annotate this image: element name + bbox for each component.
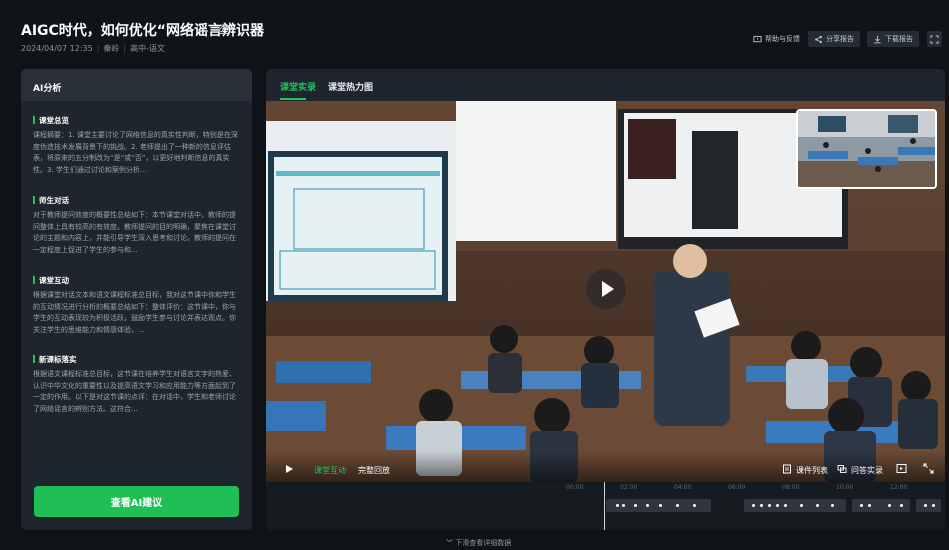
full-replay-button[interactable]: 完整回放: [358, 465, 390, 476]
section-marker: [33, 355, 35, 363]
section-heading: 课堂总览: [39, 115, 69, 125]
section-overview: 课堂总览 课程摘要：1. 课堂主要讨论了网络信息的真实性判断，特别是在深度伪造技…: [33, 114, 241, 176]
event-dot[interactable]: [900, 504, 903, 507]
fullscreen-icon: [930, 34, 939, 44]
event-dot[interactable]: [659, 504, 662, 507]
view-ai-suggestions-button[interactable]: 查看AI建议: [34, 486, 239, 517]
event-dot[interactable]: [932, 504, 935, 507]
help-label: 帮助与反馈: [765, 35, 800, 43]
expand-icon[interactable]: [923, 463, 934, 474]
event-dot[interactable]: [831, 504, 834, 507]
analysis-title: AI分析: [21, 69, 252, 101]
download-icon: [874, 35, 881, 43]
feedback-icon: [753, 35, 762, 42]
courseware-icon: [783, 464, 791, 474]
section-dialogue: 师生对话 对于教师提问效度的概要性总结如下：本节课堂对话中，教师的提问整体上具有…: [33, 194, 241, 256]
event-dot[interactable]: [784, 504, 787, 507]
event-dot[interactable]: [760, 504, 763, 507]
event-dot[interactable]: [860, 504, 863, 507]
help-button[interactable]: 帮助与反馈: [753, 31, 800, 47]
time-tick: 02:00: [620, 484, 638, 491]
event-dot[interactable]: [768, 504, 771, 507]
section-interaction: 课堂互动 根据课堂对话文本和语文课程标准总目标，我对这节课中你和学生的互动情况进…: [33, 274, 241, 336]
event-dot[interactable]: [752, 504, 755, 507]
video-timeline[interactable]: 00:00 02:00 04:00 06:00 08:00 10:00 12:0…: [266, 482, 945, 530]
ai-analysis-panel: AI分析 课堂总览 课程摘要：1. 课堂主要讨论了网络信息的真实性判断，特别是在…: [21, 69, 252, 530]
download-label: 下载报告: [885, 35, 913, 43]
event-dot[interactable]: [622, 504, 625, 507]
event-dot[interactable]: [634, 504, 637, 507]
share-label: 分享报告: [826, 35, 854, 43]
lesson-subject: 高中-语文: [130, 44, 166, 53]
qa-record-button[interactable]: 问答实录: [851, 465, 883, 476]
video-controls: 课堂互动 完整回放 课件列表 问答实录: [266, 451, 945, 482]
picture-in-picture-view[interactable]: [796, 109, 937, 189]
playhead[interactable]: [604, 482, 605, 530]
play-button[interactable]: [586, 269, 626, 309]
tab-heatmap[interactable]: 课堂热力图: [328, 80, 373, 93]
pip-scene: [798, 111, 935, 187]
time-tick: 06:00: [728, 484, 746, 491]
event-dot[interactable]: [646, 504, 649, 507]
fullscreen-button[interactable]: [927, 31, 942, 47]
event-dot[interactable]: [776, 504, 779, 507]
play-icon: [602, 281, 614, 297]
event-dot[interactable]: [924, 504, 927, 507]
lesson-date: 2024/04/07 12:35: [21, 44, 93, 53]
edit-icon[interactable]: [216, 21, 230, 35]
section-heading: 新课标落实: [39, 354, 77, 364]
tab-classroom-record[interactable]: 课堂实录: [280, 80, 316, 93]
share-icon: [815, 35, 822, 43]
teacher-name: 秦岭: [103, 44, 120, 53]
small-play-icon[interactable]: [284, 464, 294, 474]
download-report-button[interactable]: 下载报告: [867, 31, 919, 47]
section-marker: [33, 196, 35, 204]
chevrons-down-icon: ︾: [446, 539, 453, 547]
header-bar: AIGC时代，如何优化“网络谣言辨识器 2024/04/07 12:35 | 秦岭 |…: [0, 0, 949, 62]
event-dot[interactable]: [693, 504, 696, 507]
subtitle-icon[interactable]: [896, 463, 907, 474]
time-tick: 00:00: [566, 484, 584, 491]
section-heading: 课堂互动: [39, 275, 69, 285]
classroom-video[interactable]: 课堂互动 完整回放 课件列表 问答实录: [266, 101, 945, 482]
event-dot[interactable]: [868, 504, 871, 507]
section-body: 对于教师提问效度的概要性总结如下：本节课堂对话中，教师的提问整体上具有较高的有效…: [33, 211, 236, 254]
event-dot[interactable]: [888, 504, 891, 507]
section-curriculum: 新课标落实 根据语文课程标准总目标，这节课在培养学生对语言文字的热爱、认识中华文…: [33, 353, 241, 415]
time-tick: 04:00: [674, 484, 692, 491]
time-tick: 10:00: [836, 484, 854, 491]
qa-icon: [837, 465, 847, 473]
section-body: 根据课堂对话文本和语文课程标准总目标，我对这节课中你和学生的互动情况进行分析的概…: [33, 291, 236, 334]
courseware-list-button[interactable]: 课件列表: [796, 465, 828, 476]
time-tick: 12:00: [890, 484, 908, 491]
time-tick: 08:00: [782, 484, 800, 491]
event-dot[interactable]: [616, 504, 619, 507]
event-dot[interactable]: [816, 504, 819, 507]
section-body: 根据语文课程标准总目标，这节课在培养学生对语言文字的热爱、认识中华文化的重要性以…: [33, 370, 236, 413]
scroll-hint-label: 下滑查看详细数据: [455, 539, 512, 547]
section-heading: 师生对话: [39, 195, 69, 205]
section-marker: [33, 116, 35, 124]
active-tab-indicator: [280, 98, 306, 100]
event-dot[interactable]: [676, 504, 679, 507]
classroom-panel: 课堂实录 课堂热力图 课堂互动 完整回放 课件列表 问答实录 00:00 02:…: [266, 69, 945, 530]
event-dot[interactable]: [800, 504, 803, 507]
share-report-button[interactable]: 分享报告: [808, 31, 860, 47]
scroll-hint[interactable]: ︾ 下滑查看详细数据: [446, 538, 511, 548]
lesson-meta: 2024/04/07 12:35 | 秦岭 | 高中-语文: [21, 44, 166, 53]
section-body: 课程摘要：1. 课堂主要讨论了网络信息的真实性判断，特别是在深度伪造技术发展背景…: [33, 131, 238, 174]
timeline-segment[interactable]: [916, 499, 941, 512]
segment-label[interactable]: 课堂互动: [314, 465, 346, 476]
section-marker: [33, 276, 35, 284]
